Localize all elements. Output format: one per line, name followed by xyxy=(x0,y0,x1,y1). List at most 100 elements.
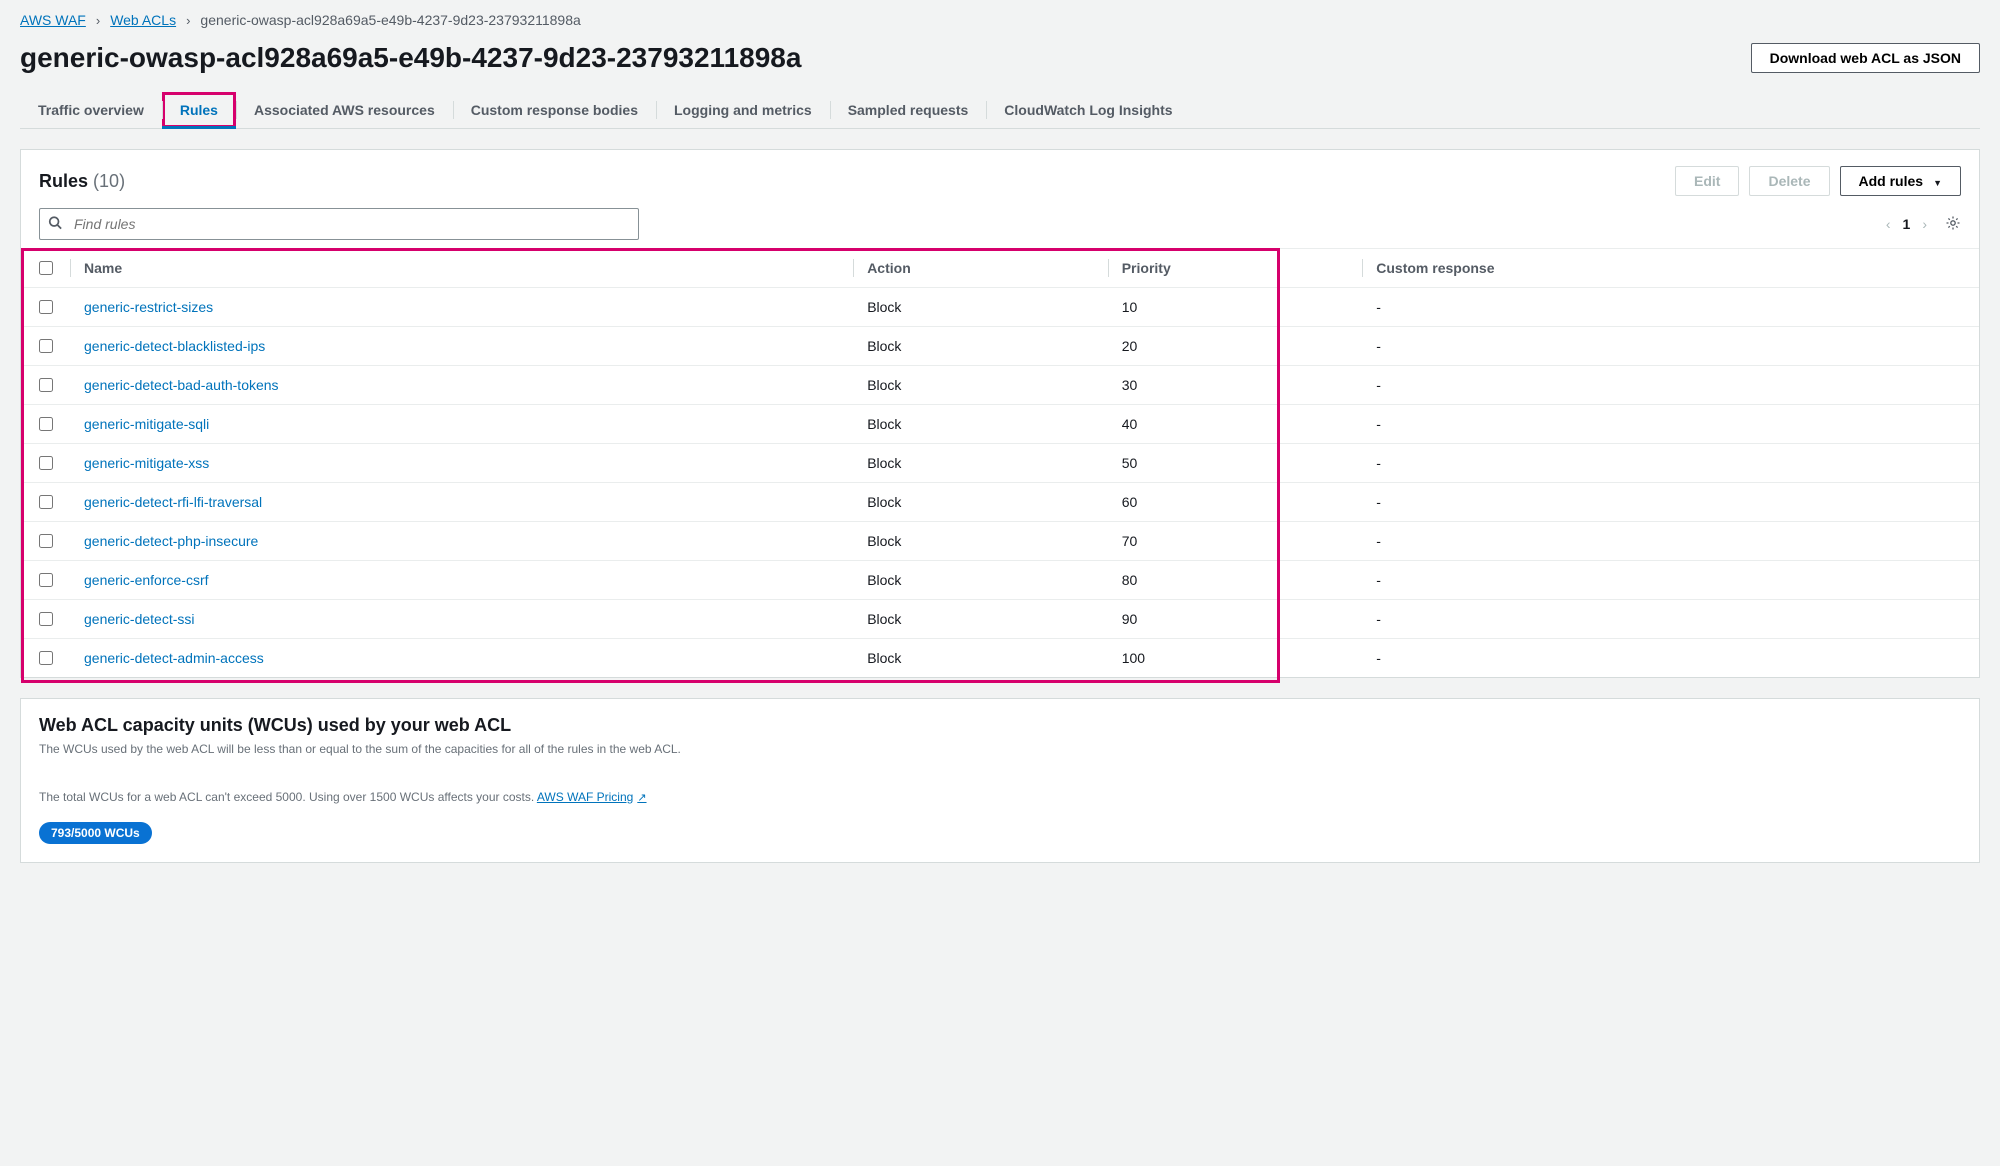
rule-priority: 50 xyxy=(1108,444,1363,483)
rules-title-text: Rules xyxy=(39,171,88,191)
rule-name-link[interactable]: generic-mitigate-sqli xyxy=(84,416,209,432)
table-row: generic-mitigate-sqli Block 40 - xyxy=(21,405,1979,444)
table-header-row: Name Action Priority Custom response xyxy=(21,249,1979,288)
table-row: generic-restrict-sizes Block 10 - xyxy=(21,288,1979,327)
table-row: generic-detect-php-insecure Block 70 - xyxy=(21,522,1979,561)
page-header: generic-owasp-acl928a69a5-e49b-4237-9d23… xyxy=(20,42,1980,92)
rule-custom-response: - xyxy=(1362,288,1979,327)
rule-name-link[interactable]: generic-detect-blacklisted-ips xyxy=(84,338,265,354)
rule-priority: 30 xyxy=(1108,366,1363,405)
table-row: generic-mitigate-xss Block 50 - xyxy=(21,444,1979,483)
rule-action: Block xyxy=(853,444,1108,483)
table-row: generic-enforce-csrf Block 80 - xyxy=(21,561,1979,600)
table-row: generic-detect-ssi Block 90 - xyxy=(21,600,1979,639)
tab-rules[interactable]: Rules xyxy=(162,92,236,128)
tab-bar: Traffic overviewRulesAssociated AWS reso… xyxy=(20,92,1980,129)
row-checkbox[interactable] xyxy=(39,612,53,626)
rule-action: Block xyxy=(853,639,1108,678)
wcu-title: Web ACL capacity units (WCUs) used by yo… xyxy=(39,715,1961,736)
row-checkbox[interactable] xyxy=(39,534,53,548)
pager: ‹ 1 › xyxy=(1884,214,1961,234)
row-checkbox[interactable] xyxy=(39,378,53,392)
row-checkbox[interactable] xyxy=(39,573,53,587)
rule-name-link[interactable]: generic-detect-admin-access xyxy=(84,650,264,666)
column-priority[interactable]: Priority xyxy=(1108,249,1363,288)
rules-table: Name Action Priority Custom response gen… xyxy=(21,248,1979,677)
rule-priority: 90 xyxy=(1108,600,1363,639)
wcu-note-text: The total WCUs for a web ACL can't excee… xyxy=(39,790,537,804)
rule-custom-response: - xyxy=(1362,522,1979,561)
search-icon xyxy=(48,216,62,233)
tab-custom-response-bodies[interactable]: Custom response bodies xyxy=(453,92,656,128)
rule-priority: 100 xyxy=(1108,639,1363,678)
table-row: generic-detect-bad-auth-tokens Block 30 … xyxy=(21,366,1979,405)
rule-name-link[interactable]: generic-detect-rfi-lfi-traversal xyxy=(84,494,262,510)
row-checkbox[interactable] xyxy=(39,300,53,314)
tab-logging-and-metrics[interactable]: Logging and metrics xyxy=(656,92,830,128)
rule-priority: 40 xyxy=(1108,405,1363,444)
rule-name-link[interactable]: generic-restrict-sizes xyxy=(84,299,213,315)
rule-priority: 10 xyxy=(1108,288,1363,327)
rule-name-link[interactable]: generic-enforce-csrf xyxy=(84,572,209,588)
add-rules-button[interactable]: Add rules xyxy=(1840,166,1962,196)
row-checkbox[interactable] xyxy=(39,456,53,470)
breadcrumb-level-1[interactable]: AWS WAF xyxy=(20,12,86,28)
next-page-icon[interactable]: › xyxy=(1920,214,1929,234)
table-row: generic-detect-rfi-lfi-traversal Block 6… xyxy=(21,483,1979,522)
rule-custom-response: - xyxy=(1362,405,1979,444)
rule-priority: 60 xyxy=(1108,483,1363,522)
rule-action: Block xyxy=(853,327,1108,366)
rule-priority: 70 xyxy=(1108,522,1363,561)
rule-custom-response: - xyxy=(1362,561,1979,600)
rules-count: (10) xyxy=(93,171,125,191)
rule-name-link[interactable]: generic-detect-bad-auth-tokens xyxy=(84,377,279,393)
search-wrapper xyxy=(39,208,639,240)
delete-button[interactable]: Delete xyxy=(1749,166,1829,196)
row-checkbox[interactable] xyxy=(39,495,53,509)
wcu-note: The total WCUs for a web ACL can't excee… xyxy=(39,790,1961,804)
gear-icon[interactable] xyxy=(1945,215,1961,234)
rule-priority: 80 xyxy=(1108,561,1363,600)
chevron-right-icon: › xyxy=(96,13,100,28)
rule-action: Block xyxy=(853,600,1108,639)
tab-cloudwatch-log-insights[interactable]: CloudWatch Log Insights xyxy=(986,92,1190,128)
rule-action: Block xyxy=(853,405,1108,444)
wcu-badge: 793/5000 WCUs xyxy=(39,822,152,844)
rule-name-link[interactable]: generic-mitigate-xss xyxy=(84,455,209,471)
rule-name-link[interactable]: generic-detect-php-insecure xyxy=(84,533,258,549)
pricing-link[interactable]: AWS WAF Pricing xyxy=(537,790,647,804)
rule-action: Block xyxy=(853,366,1108,405)
column-name[interactable]: Name xyxy=(70,249,853,288)
rule-custom-response: - xyxy=(1362,600,1979,639)
search-input[interactable] xyxy=(39,208,639,240)
row-checkbox[interactable] xyxy=(39,651,53,665)
prev-page-icon[interactable]: ‹ xyxy=(1884,214,1893,234)
row-checkbox[interactable] xyxy=(39,417,53,431)
rule-custom-response: - xyxy=(1362,483,1979,522)
rules-panel: Rules (10) Edit Delete Add rules ‹ 1 › xyxy=(20,149,1980,678)
rule-action: Block xyxy=(853,288,1108,327)
column-custom-response[interactable]: Custom response xyxy=(1362,249,1979,288)
tab-associated-aws-resources[interactable]: Associated AWS resources xyxy=(236,92,453,128)
rule-action: Block xyxy=(853,522,1108,561)
rule-custom-response: - xyxy=(1362,327,1979,366)
breadcrumb-level-2[interactable]: Web ACLs xyxy=(110,12,176,28)
download-json-button[interactable]: Download web ACL as JSON xyxy=(1751,43,1980,73)
chevron-right-icon: › xyxy=(186,13,190,28)
page-title: generic-owasp-acl928a69a5-e49b-4237-9d23… xyxy=(20,42,801,74)
edit-button[interactable]: Edit xyxy=(1675,166,1739,196)
wcu-description: The WCUs used by the web ACL will be les… xyxy=(39,742,1961,756)
tab-sampled-requests[interactable]: Sampled requests xyxy=(830,92,987,128)
rules-panel-title: Rules (10) xyxy=(39,171,125,192)
row-checkbox[interactable] xyxy=(39,339,53,353)
rule-action: Block xyxy=(853,561,1108,600)
rule-custom-response: - xyxy=(1362,639,1979,678)
page-number: 1 xyxy=(1903,216,1911,232)
column-action[interactable]: Action xyxy=(853,249,1108,288)
select-all-checkbox[interactable] xyxy=(39,261,53,275)
tab-traffic-overview[interactable]: Traffic overview xyxy=(20,92,162,128)
breadcrumb: AWS WAF › Web ACLs › generic-owasp-acl92… xyxy=(20,4,1980,42)
rule-name-link[interactable]: generic-detect-ssi xyxy=(84,611,195,627)
rule-custom-response: - xyxy=(1362,444,1979,483)
wcu-panel: Web ACL capacity units (WCUs) used by yo… xyxy=(20,698,1980,863)
